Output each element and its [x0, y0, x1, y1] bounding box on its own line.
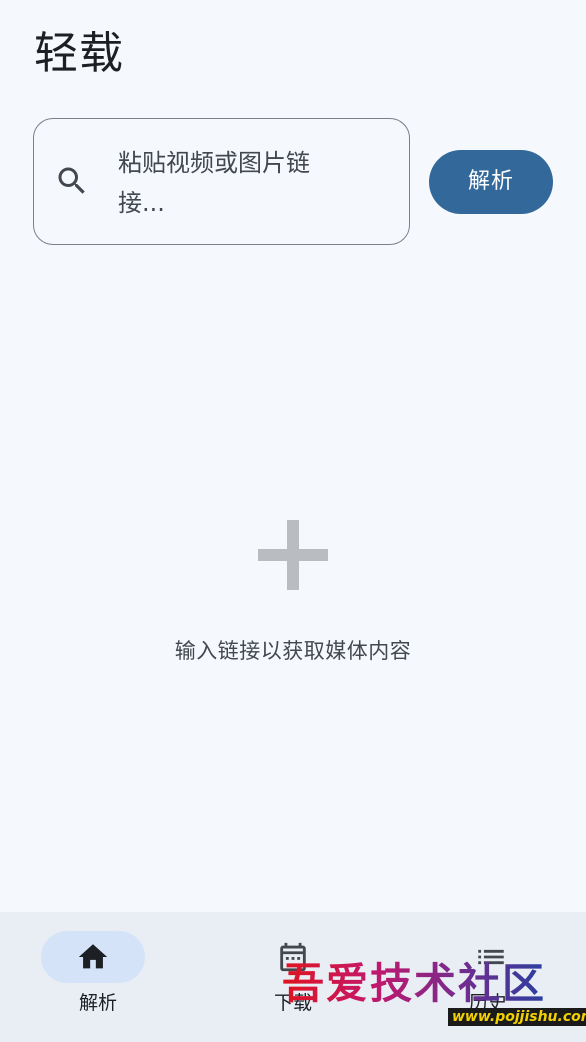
watermark: 吾爱技术社区 www.pojjishu.com [282, 958, 586, 1032]
watermark-url: www.pojjishu.com [448, 1008, 586, 1026]
empty-state-message: 输入链接以获取媒体内容 [174, 639, 412, 663]
parse-button[interactable]: 解析 [429, 150, 553, 214]
nav-item-parse[interactable]: 解析 [0, 912, 196, 1042]
add-icon [258, 520, 328, 590]
search-placeholder[interactable]: 粘贴视频或图片链接... [118, 143, 318, 223]
empty-state: 输入链接以获取媒体内容 [0, 520, 586, 666]
app-title: 轻载 [34, 28, 124, 79]
home-icon [78, 944, 108, 969]
watermark-logo: 吾爱技术社区 [282, 959, 547, 1008]
search-input[interactable]: 粘贴视频或图片链接... [33, 118, 410, 245]
nav-label-parse: 解析 [78, 992, 117, 1014]
search-icon [58, 167, 85, 194]
